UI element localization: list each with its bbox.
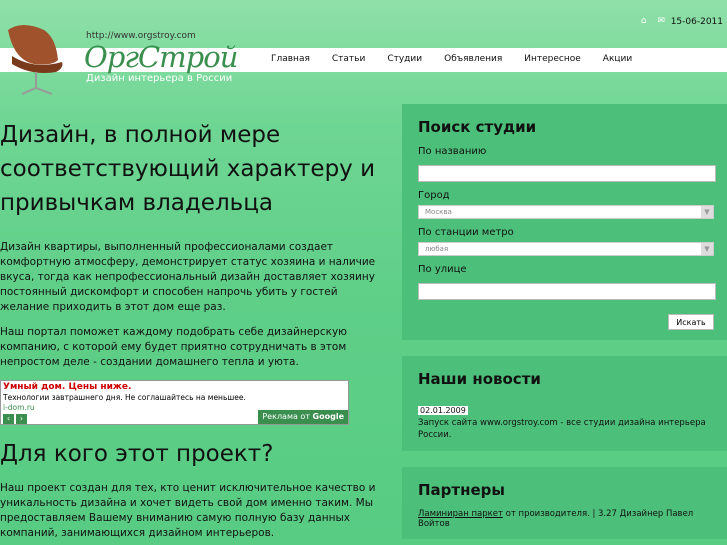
news-box: Наши новости 02.01.2009 Запуск сайта www… [402,356,727,451]
main-content: Дизайн, в полной мере соответствующий ха… [0,118,385,545]
ad-title[interactable]: Умный дом. Цены ниже. [3,382,131,392]
google-ad[interactable]: Умный дом. Цены ниже. Технологии завтраш… [0,380,349,425]
city-label: Город [418,190,450,201]
nav-articles[interactable]: Статьи [332,54,365,64]
partners-box: Партнеры Ламиниран паркет от производите… [402,467,727,539]
partners-list: Ламиниран паркет от производителя. | 3.2… [418,509,711,529]
search-title: Поиск студии [418,118,537,136]
news-text: Запуск сайта www.orgstroy.com - все студ… [418,418,706,440]
sidebar: Поиск студии По названию Город Москва ▼ … [402,104,727,545]
site-logo[interactable]: ОргСтрой [84,40,238,74]
partner-link[interactable]: Ламиниран паркет [418,509,503,519]
chevron-down-icon[interactable]: ▼ [701,243,713,255]
prev-arrow-icon[interactable]: ‹ [3,414,14,424]
metro-select[interactable]: любая ▼ [418,242,714,256]
metro-value: любая [425,245,449,253]
nav-home[interactable]: Главная [271,54,310,64]
next-arrow-icon[interactable]: › [16,414,27,424]
partners-title: Партнеры [418,481,505,499]
chevron-down-icon[interactable]: ▼ [701,206,713,218]
home-icon[interactable]: ⌂ [641,16,647,26]
street-input[interactable] [418,283,716,300]
site-tagline: Дизайн интерьера в России [86,73,233,84]
ad-link[interactable]: i-dom.ru [3,403,35,412]
ad-badge[interactable]: Реклама от Google [258,410,348,424]
city-select[interactable]: Москва ▼ [418,205,714,219]
nav-interesting[interactable]: Интересное [524,54,581,64]
mail-icon[interactable]: ✉ [657,16,665,26]
hero-heading: Дизайн, в полной мере соответствующий ха… [0,122,376,216]
nav-ads[interactable]: Объявления [444,54,502,64]
chair-logo-icon [8,25,63,95]
name-input[interactable] [418,165,716,182]
google-brand: Google [312,412,344,421]
project-text: Наш проект создан для тех, кто ценит иск… [0,482,376,509]
portal-paragraph: Наш портал поможет каждому подобрать себ… [0,326,348,368]
city-value: Москва [425,208,452,216]
main-nav: Главная Статьи Студии Объявления Интерес… [271,54,654,64]
current-date: 15-06-2011 [670,17,723,27]
metro-label: По станции метро [418,227,514,238]
project-paragraph: Наш проект создан для тех, кто ценит иск… [0,481,385,541]
nav-studios[interactable]: Студии [387,54,422,64]
studio-search-box: Поиск студии По названию Город Москва ▼ … [402,104,727,340]
ad-text: Технологии завтрашнего дня. Не соглашайт… [3,393,246,402]
intro-paragraph: Дизайн квартиры, выполненный профессиона… [0,241,376,313]
street-label: По улице [418,264,467,275]
search-button[interactable]: Искать [668,314,714,330]
ad-badge-label: Реклама от [262,412,310,421]
section-heading: Для кого этот проект? [0,441,274,467]
name-label: По названию [418,146,487,157]
news-title: Наши новости [418,370,541,388]
news-date: 02.01.2009 [418,406,468,415]
nav-promotions[interactable]: Акции [603,54,632,64]
